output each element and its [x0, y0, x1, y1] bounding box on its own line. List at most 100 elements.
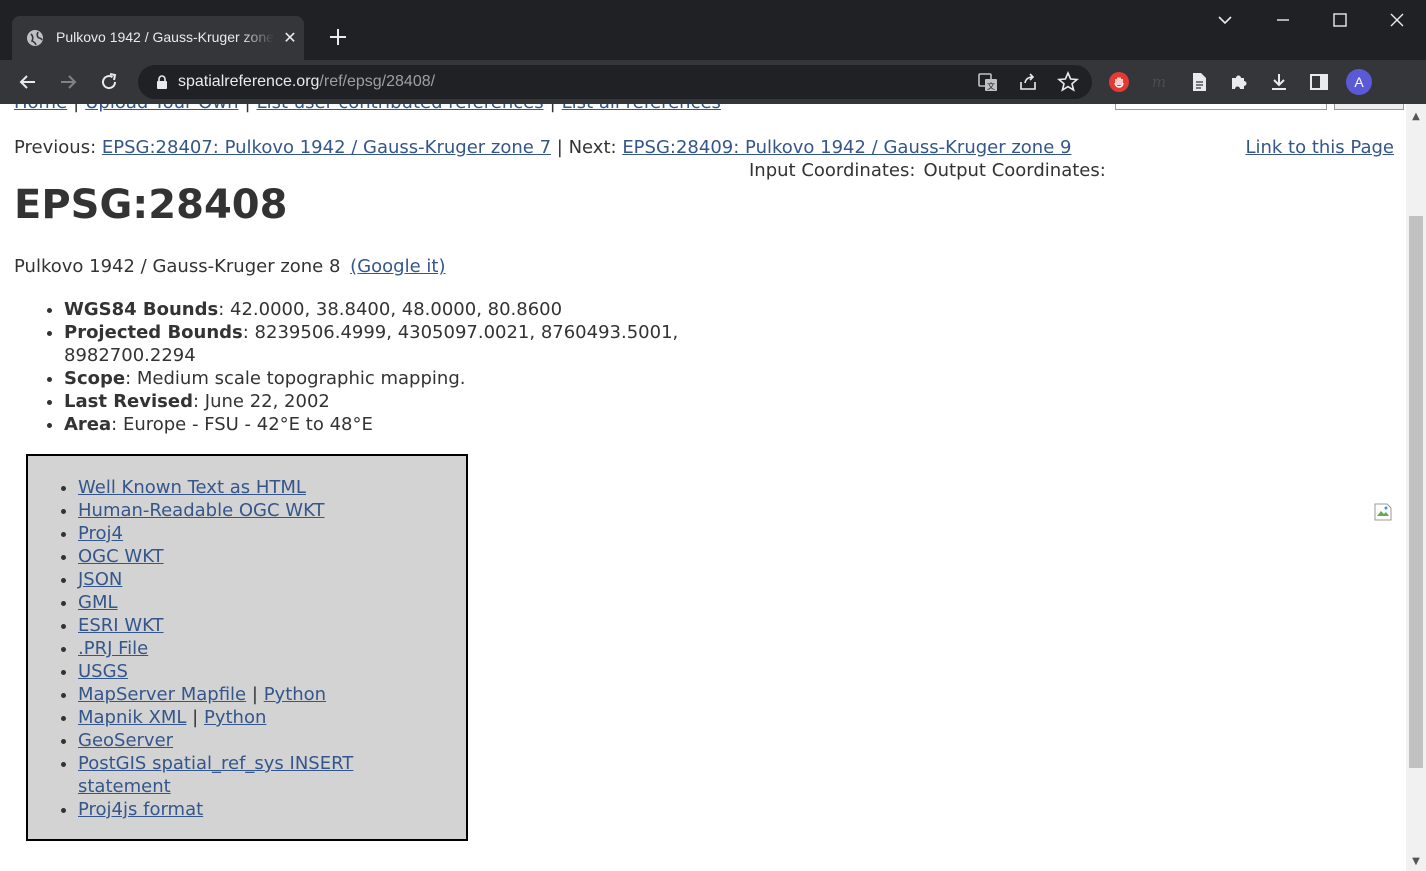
arrow-right-icon[interactable] — [56, 70, 80, 94]
export-formats-box: Well Known Text as HTML Human-Readable O… — [26, 454, 468, 841]
nav-user-refs-link[interactable]: List user-contributed references — [257, 104, 544, 113]
link-to-this-page[interactable]: Link to this Page — [1245, 137, 1394, 158]
hand-stop-icon[interactable] — [1107, 70, 1131, 94]
input-coordinates-label: Input Coordinates: — [749, 160, 916, 181]
page-viewport: Home | Upload Your Own | List user-contribut… — [0, 104, 1426, 871]
output-coordinates-label: Output Coordinates: — [923, 160, 1106, 181]
export-ogc-wkt-link[interactable]: OGC WKT — [78, 546, 164, 567]
list-item: PostGIS spatial_ref_sys INSERT statement — [78, 752, 438, 798]
chevron-down-icon[interactable] — [1213, 8, 1237, 32]
export-json-link[interactable]: JSON — [78, 569, 122, 590]
side-panel-icon[interactable] — [1307, 70, 1331, 94]
top-navigation: Home | Upload Your Own | List user-contribut… — [14, 104, 721, 113]
property-value: : Medium scale topographic mapping. — [125, 368, 466, 389]
scrollbar-thumb[interactable] — [1409, 216, 1423, 768]
arrow-left-icon[interactable] — [16, 70, 40, 94]
lock-icon[interactable] — [154, 74, 170, 90]
close-tab-icon[interactable]: ✕ — [281, 29, 299, 47]
puzzle-icon[interactable] — [1227, 70, 1251, 94]
property-label: Last Revised — [64, 391, 193, 412]
browser-titlebar: Pulkovo 1942 / Gauss-Kruger zone 8 - EPS… — [0, 0, 1426, 60]
plus-icon[interactable] — [326, 25, 350, 49]
list-item: GML — [78, 591, 438, 614]
export-separator: | — [192, 707, 199, 728]
list-item: JSON — [78, 568, 438, 591]
property-label: WGS84 Bounds — [64, 299, 219, 320]
crs-properties: WGS84 Bounds: 42.0000, 38.8400, 48.0000,… — [64, 298, 764, 436]
export-prj-file-link[interactable]: .PRJ File — [78, 638, 148, 659]
property-item: Last Revised: June 22, 2002 — [64, 390, 764, 413]
previous-link[interactable]: EPSG:28407: Pulkovo 1942 / Gauss-Kruger … — [102, 137, 551, 158]
search-button[interactable] — [1334, 104, 1404, 110]
nav-home-link[interactable]: Home — [14, 104, 67, 113]
export-geoserver-link[interactable]: GeoServer — [78, 730, 173, 751]
nav-separator: | — [550, 104, 556, 113]
export-postgis-link[interactable]: PostGIS spatial_ref_sys INSERT statement — [78, 753, 353, 797]
scroll-up-arrow-icon[interactable]: ▲ — [1406, 108, 1426, 126]
export-human-ogc-wkt-link[interactable]: Human-Readable OGC WKT — [78, 500, 325, 521]
globe-icon — [27, 30, 43, 46]
property-value: : June 22, 2002 — [192, 391, 330, 412]
export-wkt-html-link[interactable]: Well Known Text as HTML — [78, 477, 306, 498]
download-icon[interactable] — [1267, 70, 1291, 94]
browser-tab[interactable]: Pulkovo 1942 / Gauss-Kruger zone 8 - EPS… — [12, 16, 304, 60]
export-esri-wkt-link[interactable]: ESRI WKT — [78, 615, 164, 636]
crs-description: Pulkovo 1942 / Gauss-Kruger zone 8 (Goog… — [14, 256, 445, 277]
url-host: spatialreference.org — [178, 73, 320, 90]
property-label: Scope — [64, 368, 126, 389]
nav-separator: | — [73, 104, 79, 113]
nav-all-refs-link[interactable]: List all references — [562, 104, 721, 113]
url-path: /ref/epsg/28408/ — [319, 73, 436, 90]
share-icon[interactable] — [1016, 70, 1040, 94]
previous-label: Previous: — [14, 137, 97, 158]
export-mapnik-python-link[interactable]: Python — [204, 707, 266, 728]
m-extension-icon[interactable]: m — [1147, 70, 1171, 94]
minimize-icon[interactable] — [1271, 8, 1295, 32]
search-input[interactable] — [1115, 104, 1327, 110]
browser-toolbar: spatialreference.org/ref/epsg/28408/ 文 m… — [0, 60, 1426, 104]
export-mapnik-link[interactable]: Mapnik XML — [78, 707, 186, 728]
page-icon[interactable] — [1187, 70, 1211, 94]
property-label: Area — [64, 414, 112, 435]
property-value: : 42.0000, 38.8400, 48.0000, 80.8600 — [218, 299, 563, 320]
nav-upload-link[interactable]: Upload Your Own — [85, 104, 238, 113]
close-window-icon[interactable] — [1385, 8, 1409, 32]
property-value: : Europe - FSU - 42°E to 48°E — [111, 414, 373, 435]
property-item: Projected Bounds: 8239506.4999, 4305097.… — [64, 321, 764, 367]
svg-text:文: 文 — [987, 81, 995, 91]
address-bar[interactable]: spatialreference.org/ref/epsg/28408/ 文 — [138, 65, 1092, 99]
broken-image-icon — [1374, 503, 1392, 521]
svg-text:m: m — [1152, 73, 1166, 91]
list-item: Mapnik XML | Python — [78, 706, 438, 729]
maximize-icon[interactable] — [1328, 8, 1352, 32]
scroll-down-arrow-icon[interactable]: ▼ — [1406, 853, 1426, 871]
page-title: EPSG:28408 — [14, 182, 288, 228]
profile-avatar[interactable]: A — [1346, 69, 1372, 95]
nav-separator: | — [244, 104, 250, 113]
export-mapserver-link[interactable]: MapServer Mapfile — [78, 684, 246, 705]
property-item: WGS84 Bounds: 42.0000, 38.8400, 48.0000,… — [64, 298, 764, 321]
export-formats-list: Well Known Text as HTML Human-Readable O… — [78, 476, 438, 821]
google-it-link[interactable]: (Google it) — [350, 256, 445, 277]
export-proj4-link[interactable]: Proj4 — [78, 523, 123, 544]
next-link[interactable]: EPSG:28409: Pulkovo 1942 / Gauss-Kruger … — [622, 137, 1071, 158]
reload-icon[interactable] — [97, 70, 121, 94]
url-text[interactable]: spatialreference.org/ref/epsg/28408/ — [178, 73, 435, 91]
export-separator: | — [251, 684, 258, 705]
prev-next-navigation: Previous: EPSG:28407: Pulkovo 1942 / Gau… — [14, 137, 1071, 158]
export-usgs-link[interactable]: USGS — [78, 661, 128, 682]
star-icon[interactable] — [1056, 70, 1080, 94]
list-item: Human-Readable OGC WKT — [78, 499, 438, 522]
translate-icon[interactable]: 文 — [976, 70, 1000, 94]
export-mapserver-python-link[interactable]: Python — [264, 684, 326, 705]
list-item: USGS — [78, 660, 438, 683]
export-proj4js-link[interactable]: Proj4js format — [78, 799, 203, 820]
tab-title: Pulkovo 1942 / Gauss-Kruger zone 8 - EPS… — [56, 29, 274, 45]
list-item: .PRJ File — [78, 637, 438, 660]
coordinate-transform: Input Coordinates: Output Coordinates: — [749, 160, 1106, 181]
export-gml-link[interactable]: GML — [78, 592, 118, 613]
list-item: Proj4 — [78, 522, 438, 545]
vertical-scrollbar[interactable]: ▲ ▼ — [1406, 104, 1426, 871]
list-item: GeoServer — [78, 729, 438, 752]
list-item: OGC WKT — [78, 545, 438, 568]
